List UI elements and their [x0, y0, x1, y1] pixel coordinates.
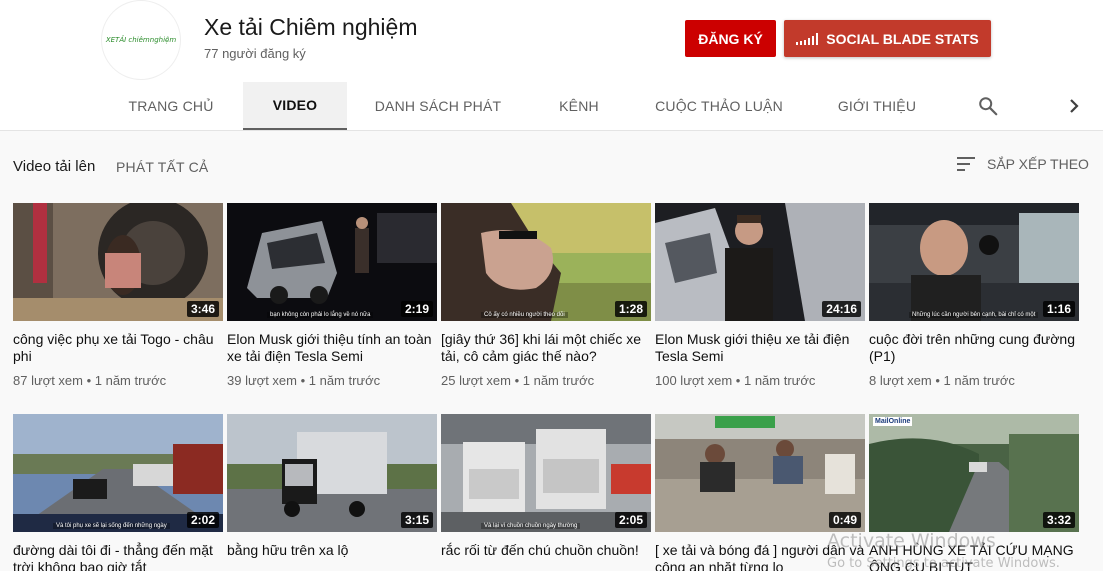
video-card[interactable]: bạn không còn phải lo lắng về nó nữa 2:1…	[227, 203, 437, 388]
video-title[interactable]: đường dài tôi đi - thẳng đến mặt trời kh…	[13, 542, 223, 571]
channel-logo-text: XETẢI chiêmnghiệm	[105, 36, 177, 44]
search-icon[interactable]	[977, 95, 999, 117]
video-duration: 3:32	[1042, 512, 1075, 528]
video-subtitle-text: Và lại vì chuồn chuồn ngày thường	[481, 523, 581, 529]
video-meta: 25 lượt xem • 1 năm trước	[441, 373, 595, 388]
video-card[interactable]: 3:15 bằng hữu trên xa lộ	[227, 414, 437, 571]
video-thumbnail[interactable]: Và lại vì chuồn chuồn ngày thường 2:05	[441, 414, 651, 532]
video-duration: 1:16	[1042, 301, 1075, 317]
video-subtitle-text: bạn không còn phải lo lắng về nó nữa	[267, 312, 374, 318]
video-duration: 2:19	[400, 301, 433, 317]
video-thumbnail[interactable]: Những lúc cần người bên cạnh, bài chỉ có…	[869, 203, 1079, 321]
tab-home[interactable]: TRANG CHỦ	[124, 82, 218, 129]
video-meta: 39 lượt xem • 1 năm trước	[227, 373, 381, 388]
video-card[interactable]: Những lúc cần người bên cạnh, bài chỉ có…	[869, 203, 1079, 388]
tab-playlists[interactable]: DANH SÁCH PHÁT	[370, 82, 506, 129]
sort-by-button[interactable]: SẮP XẾP THEO	[957, 156, 1089, 172]
video-subtitle-text: Cô ấy có nhiều người theo dõi	[481, 312, 568, 318]
video-duration: 0:49	[828, 512, 861, 528]
video-card[interactable]: 3:46 công việc phụ xe tải Togo - châu ph…	[13, 203, 223, 388]
mailonline-badge: MailOnline	[873, 417, 913, 426]
video-title[interactable]: bằng hữu trên xa lộ	[227, 542, 437, 571]
video-duration: 24:16	[822, 301, 861, 317]
video-thumbnail[interactable]: bạn không còn phải lo lắng về nó nữa 2:1…	[227, 203, 437, 321]
video-meta: 100 lượt xem • 1 năm trước	[655, 373, 816, 388]
video-duration: 3:15	[400, 512, 433, 528]
video-thumbnail[interactable]: Cô ấy có nhiều người theo dõi 1:28	[441, 203, 651, 321]
tab-label: DANH SÁCH PHÁT	[374, 97, 502, 114]
video-title[interactable]: cuộc đời trên những cung đường (P1)	[869, 331, 1079, 365]
subscribe-label: ĐĂNG KÝ	[698, 30, 763, 47]
social-blade-stats-button[interactable]: SOCIAL BLADE STATS	[784, 20, 991, 57]
video-thumbnail[interactable]: 3:15	[227, 414, 437, 532]
sort-icon	[957, 157, 975, 171]
video-card[interactable]: Và lại vì chuồn chuồn ngày thường 2:05 r…	[441, 414, 651, 571]
youtube-channel-page: XETẢI chiêmnghiệm Xe tải Chiêm nghiệm 77…	[0, 0, 1103, 571]
video-duration: 1:28	[614, 301, 647, 317]
video-card[interactable]: Cô ấy có nhiều người theo dõi 1:28 [giây…	[441, 203, 651, 388]
video-thumbnail[interactable]: 0:49	[655, 414, 865, 532]
video-title[interactable]: công việc phụ xe tải Togo - châu phi	[13, 331, 223, 365]
activate-windows-watermark: Activate Windows	[827, 530, 996, 552]
video-subtitle-text: Và tôi phụ xe sẽ lại sống đến những ngày	[53, 523, 170, 529]
tab-about[interactable]: GIỚI THIỆU	[835, 82, 919, 129]
video-duration: 3:46	[186, 301, 219, 317]
video-thumbnail[interactable]: 3:46	[13, 203, 223, 321]
video-thumbnail[interactable]: 24:16	[655, 203, 865, 321]
video-title[interactable]: rắc rối từ đến chú chuồn chuồn!	[441, 542, 651, 571]
tab-videos[interactable]: VIDEO	[243, 82, 347, 130]
video-duration: 2:05	[614, 512, 647, 528]
activate-windows-hint: Go to Settings to activate Windows.	[827, 556, 1060, 571]
signal-bars-icon	[796, 32, 819, 45]
video-meta: 87 lượt xem • 1 năm trước	[13, 373, 167, 388]
tab-label: TRANG CHỦ	[128, 97, 214, 114]
section-title: Video tải lên	[13, 158, 96, 175]
play-all-button[interactable]: PHÁT TẤT CẢ	[116, 159, 208, 175]
video-title[interactable]: [giây thứ 36] khi lái một chiếc xe tải, …	[441, 331, 651, 365]
channel-title: Xe tải Chiêm nghiệm	[204, 14, 418, 40]
tab-label: KÊNH	[559, 97, 599, 114]
video-card[interactable]: 24:16 Elon Musk giới thiệu xe tải điện T…	[655, 203, 865, 388]
video-duration: 2:02	[186, 512, 219, 528]
video-card[interactable]: Và tôi phụ xe sẽ lại sống đến những ngày…	[13, 414, 223, 571]
channel-tabs: TRANG CHỦ VIDEO DANH SÁCH PHÁT KÊNH CUỘC…	[0, 82, 1103, 131]
video-meta: 8 lượt xem • 1 năm trước	[869, 373, 1015, 388]
chevron-right-icon[interactable]	[1066, 96, 1082, 116]
channel-avatar[interactable]: XETẢI chiêmnghiệm	[101, 0, 181, 80]
subscribe-button[interactable]: ĐĂNG KÝ	[685, 20, 776, 57]
video-title[interactable]: Elon Musk giới thiệu tính an toàn xe tải…	[227, 331, 437, 365]
tab-label: VIDEO	[272, 97, 318, 113]
video-title[interactable]: Elon Musk giới thiệu xe tải điện Tesla S…	[655, 331, 865, 365]
video-thumbnail[interactable]: MailOnline 3:32	[869, 414, 1079, 532]
video-thumbnail[interactable]: Và tôi phụ xe sẽ lại sống đến những ngày…	[13, 414, 223, 532]
video-subtitle-text: Những lúc cần người bên cạnh, bài chỉ có…	[909, 312, 1039, 318]
tab-discussion[interactable]: CUỘC THẢO LUẬN	[652, 82, 786, 129]
tab-channels[interactable]: KÊNH	[550, 82, 608, 129]
sort-label: SẮP XẾP THEO	[987, 156, 1089, 172]
tab-label: GIỚI THIỆU	[837, 97, 917, 114]
social-blade-label: SOCIAL BLADE STATS	[826, 30, 979, 47]
tab-label: CUỘC THẢO LUẬN	[655, 97, 783, 114]
channel-header: XETẢI chiêmnghiệm Xe tải Chiêm nghiệm 77…	[0, 0, 1103, 131]
subscriber-count: 77 người đăng ký	[204, 46, 306, 61]
